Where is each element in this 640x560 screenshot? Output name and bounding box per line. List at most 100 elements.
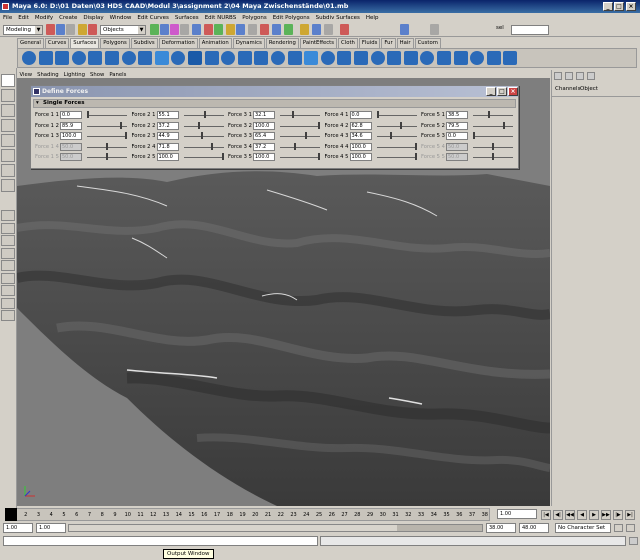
current-frame-field[interactable]: 1.00 (497, 509, 537, 519)
shelf-tab-hair[interactable]: Hair (396, 38, 414, 48)
force-slider-handle[interactable] (221, 153, 224, 160)
force-slider-track[interactable] (376, 136, 417, 137)
close-button[interactable]: × (626, 2, 636, 11)
range-slider[interactable] (68, 524, 483, 532)
force-value-field[interactable]: 100.0 (349, 142, 372, 151)
force-slider-handle[interactable] (87, 111, 89, 118)
shelf-tool-icon[interactable] (403, 51, 418, 65)
last-tool-icon[interactable] (1, 179, 15, 192)
force-slider-handle[interactable] (200, 132, 203, 139)
force-value-field[interactable]: 0.0 (60, 111, 82, 119)
lasso-tool-icon[interactable] (1, 89, 15, 102)
force-value-field[interactable]: 100.0 (349, 153, 372, 161)
shelf-tab-animation[interactable]: Animation (198, 38, 232, 48)
menu-subdiv-surfaces[interactable]: Subdiv Surfaces (313, 13, 363, 23)
shelf-tool-icon[interactable] (121, 51, 136, 65)
shelf-tool-icon[interactable] (271, 51, 285, 65)
script-layout-icon[interactable] (1, 310, 15, 321)
shelf-tab-rendering[interactable]: Rendering (265, 38, 299, 48)
force-slider-track[interactable] (183, 146, 224, 148)
force-slider-track[interactable] (376, 146, 417, 148)
step-forward-key-icon[interactable]: |▶ (613, 510, 623, 520)
shelf-tool-icon[interactable] (204, 51, 219, 65)
status-tool-icon[interactable] (88, 24, 97, 35)
menu-edit[interactable]: Edit (15, 13, 32, 23)
status-tool-icon[interactable] (340, 24, 349, 35)
force-slider-track[interactable] (376, 157, 417, 158)
move-tool-icon[interactable] (1, 119, 15, 132)
force-slider-handle[interactable] (197, 121, 200, 129)
force-slider-track[interactable] (473, 136, 513, 137)
status-tool-icon[interactable] (284, 24, 293, 35)
force-slider-handle[interactable] (414, 153, 417, 160)
mel-command-input[interactable] (3, 536, 318, 546)
force-value-field[interactable]: 32.1 (253, 111, 275, 119)
force-slider-handle[interactable] (292, 111, 295, 118)
status-tool-icon[interactable] (66, 24, 75, 35)
status-tool-icon[interactable] (160, 24, 169, 35)
force-slider-handle[interactable] (503, 121, 506, 129)
shelf-tool-icon[interactable] (486, 51, 501, 65)
hypershade-layout-icon[interactable] (1, 272, 15, 284)
force-slider-handle[interactable] (487, 111, 490, 118)
shelf-tool-icon[interactable] (188, 51, 202, 65)
shelf-tab-deformation[interactable]: Deformation (158, 38, 198, 48)
status-tool-icon[interactable] (400, 24, 409, 35)
range-slider-handle[interactable] (69, 525, 397, 531)
current-time-marker[interactable] (5, 508, 17, 521)
force-slider-track[interactable] (280, 125, 320, 127)
menu-window[interactable]: Window (107, 13, 135, 23)
status-tool-icon[interactable] (260, 24, 269, 35)
force-slider-track[interactable] (473, 115, 513, 116)
menu-set-dropdown[interactable]: Modeling ▼ (3, 25, 43, 35)
menu-edit-curves[interactable]: Edit Curves (134, 13, 172, 23)
dialog-maximize-button[interactable]: □ (497, 87, 507, 96)
select-tool-icon[interactable] (1, 74, 15, 87)
force-value-field[interactable]: 100.0 (253, 121, 275, 130)
status-tool-icon[interactable] (214, 24, 223, 35)
shelf-tab-fluids[interactable]: Fluids (358, 38, 381, 48)
force-slider-track[interactable] (376, 115, 417, 116)
shelf-tool-icon[interactable] (254, 51, 269, 65)
force-value-field[interactable]: 0.0 (349, 111, 372, 119)
status-tool-icon[interactable] (180, 24, 189, 35)
playback-start-field[interactable]: 1.00 (36, 523, 66, 533)
script-editor-icon[interactable] (629, 537, 638, 545)
menu-create[interactable]: Create (56, 13, 80, 23)
shelf-tab-general[interactable]: General (17, 38, 44, 48)
step-back-frame-icon[interactable]: ◀◀ (565, 510, 575, 520)
force-value-field[interactable]: 55.1 (156, 111, 179, 119)
shelf-tool-icon[interactable] (453, 51, 468, 65)
shelf-tab-fur[interactable]: Fur (381, 38, 396, 48)
outliner-layout-icon[interactable] (1, 247, 15, 259)
force-value-field[interactable]: 71.8 (156, 142, 179, 151)
shelf-tool-icon[interactable] (304, 51, 319, 65)
force-slider-track[interactable] (87, 115, 127, 116)
start-time-field[interactable]: 1.00 (3, 523, 33, 533)
force-slider-handle[interactable] (204, 111, 207, 118)
graph-layout-icon[interactable] (1, 260, 15, 271)
force-value-field[interactable]: 100.0 (253, 153, 275, 161)
force-slider-track[interactable] (280, 115, 320, 116)
force-value-field[interactable]: 100.0 (60, 132, 82, 140)
shelf-tab-curves[interactable]: Curves (44, 38, 70, 48)
layer-editor-icon[interactable] (565, 72, 573, 80)
status-tool-icon[interactable] (312, 24, 321, 35)
shelf-tab-dynamics[interactable]: Dynamics (232, 38, 265, 48)
force-value-field[interactable]: 85.9 (60, 121, 82, 130)
force-slider-handle[interactable] (125, 132, 127, 139)
shelf-tool-icon[interactable] (38, 51, 53, 65)
status-tool-icon[interactable] (324, 24, 333, 35)
shelf-tool-icon[interactable] (337, 51, 352, 65)
force-value-field[interactable]: 37.2 (253, 142, 275, 151)
force-slider-track[interactable] (183, 125, 224, 127)
single-forces-section-header[interactable]: ▾ Single Forces (33, 99, 516, 108)
shelf-tool-icon[interactable] (237, 51, 252, 65)
shelf-tool-icon[interactable] (221, 51, 236, 65)
object-menu[interactable]: Object (580, 86, 598, 92)
rotate-tool-icon[interactable] (1, 134, 15, 147)
shelf-tool-icon[interactable] (354, 51, 368, 65)
menu-polygons[interactable]: Polygons (239, 13, 269, 23)
shelf-tab-surfaces[interactable]: Surfaces (70, 38, 100, 48)
channel-box-icon[interactable] (554, 72, 562, 80)
